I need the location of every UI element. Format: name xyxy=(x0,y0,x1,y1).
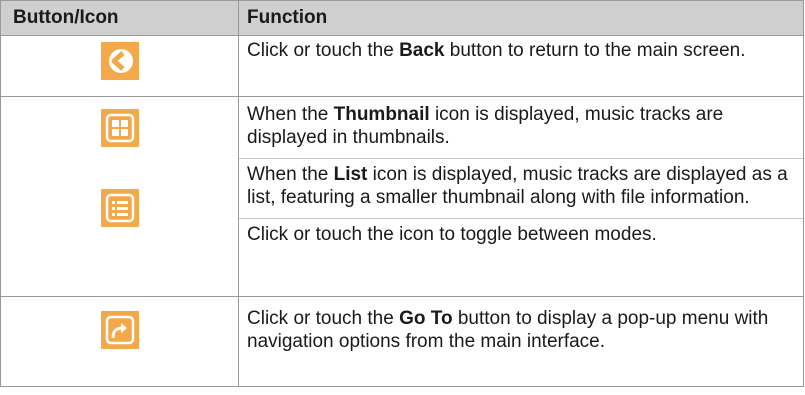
function-cell: When the Thumbnail icon is displayed, mu… xyxy=(238,96,804,297)
table-row: Click or touch the Back button to return… xyxy=(0,35,804,97)
thumbnail-icon[interactable] xyxy=(100,109,139,147)
divider xyxy=(239,218,803,219)
back-icon[interactable] xyxy=(100,42,139,80)
function-text: Click or touch the icon to toggle betwee… xyxy=(247,224,657,245)
table-row: Click or touch the Go To button to displ… xyxy=(0,296,804,387)
icon-cell xyxy=(0,96,239,297)
function-text: When the List icon is displayed, music t… xyxy=(247,164,788,208)
header-button-icon: Button/Icon xyxy=(0,0,239,36)
function-cell: Click or touch the Go To button to displ… xyxy=(238,296,804,387)
list-icon[interactable] xyxy=(100,189,139,227)
header-function: Function xyxy=(238,0,804,36)
icon-cell xyxy=(0,296,239,387)
divider xyxy=(239,158,803,159)
function-text: Click or touch the Go To button to displ… xyxy=(247,308,769,352)
table-row: When the Thumbnail icon is displayed, mu… xyxy=(0,96,804,297)
icon-cell xyxy=(0,35,239,97)
function-cell: Click or touch the Back button to return… xyxy=(238,35,804,97)
table-header-row: Button/Icon Function xyxy=(0,0,804,36)
function-table: Button/Icon Function Click or touch the … xyxy=(0,0,804,387)
function-text: When the Thumbnail icon is displayed, mu… xyxy=(247,104,724,148)
function-text: Click or touch the Back button to return… xyxy=(247,40,746,61)
go-to-icon[interactable] xyxy=(100,311,139,349)
